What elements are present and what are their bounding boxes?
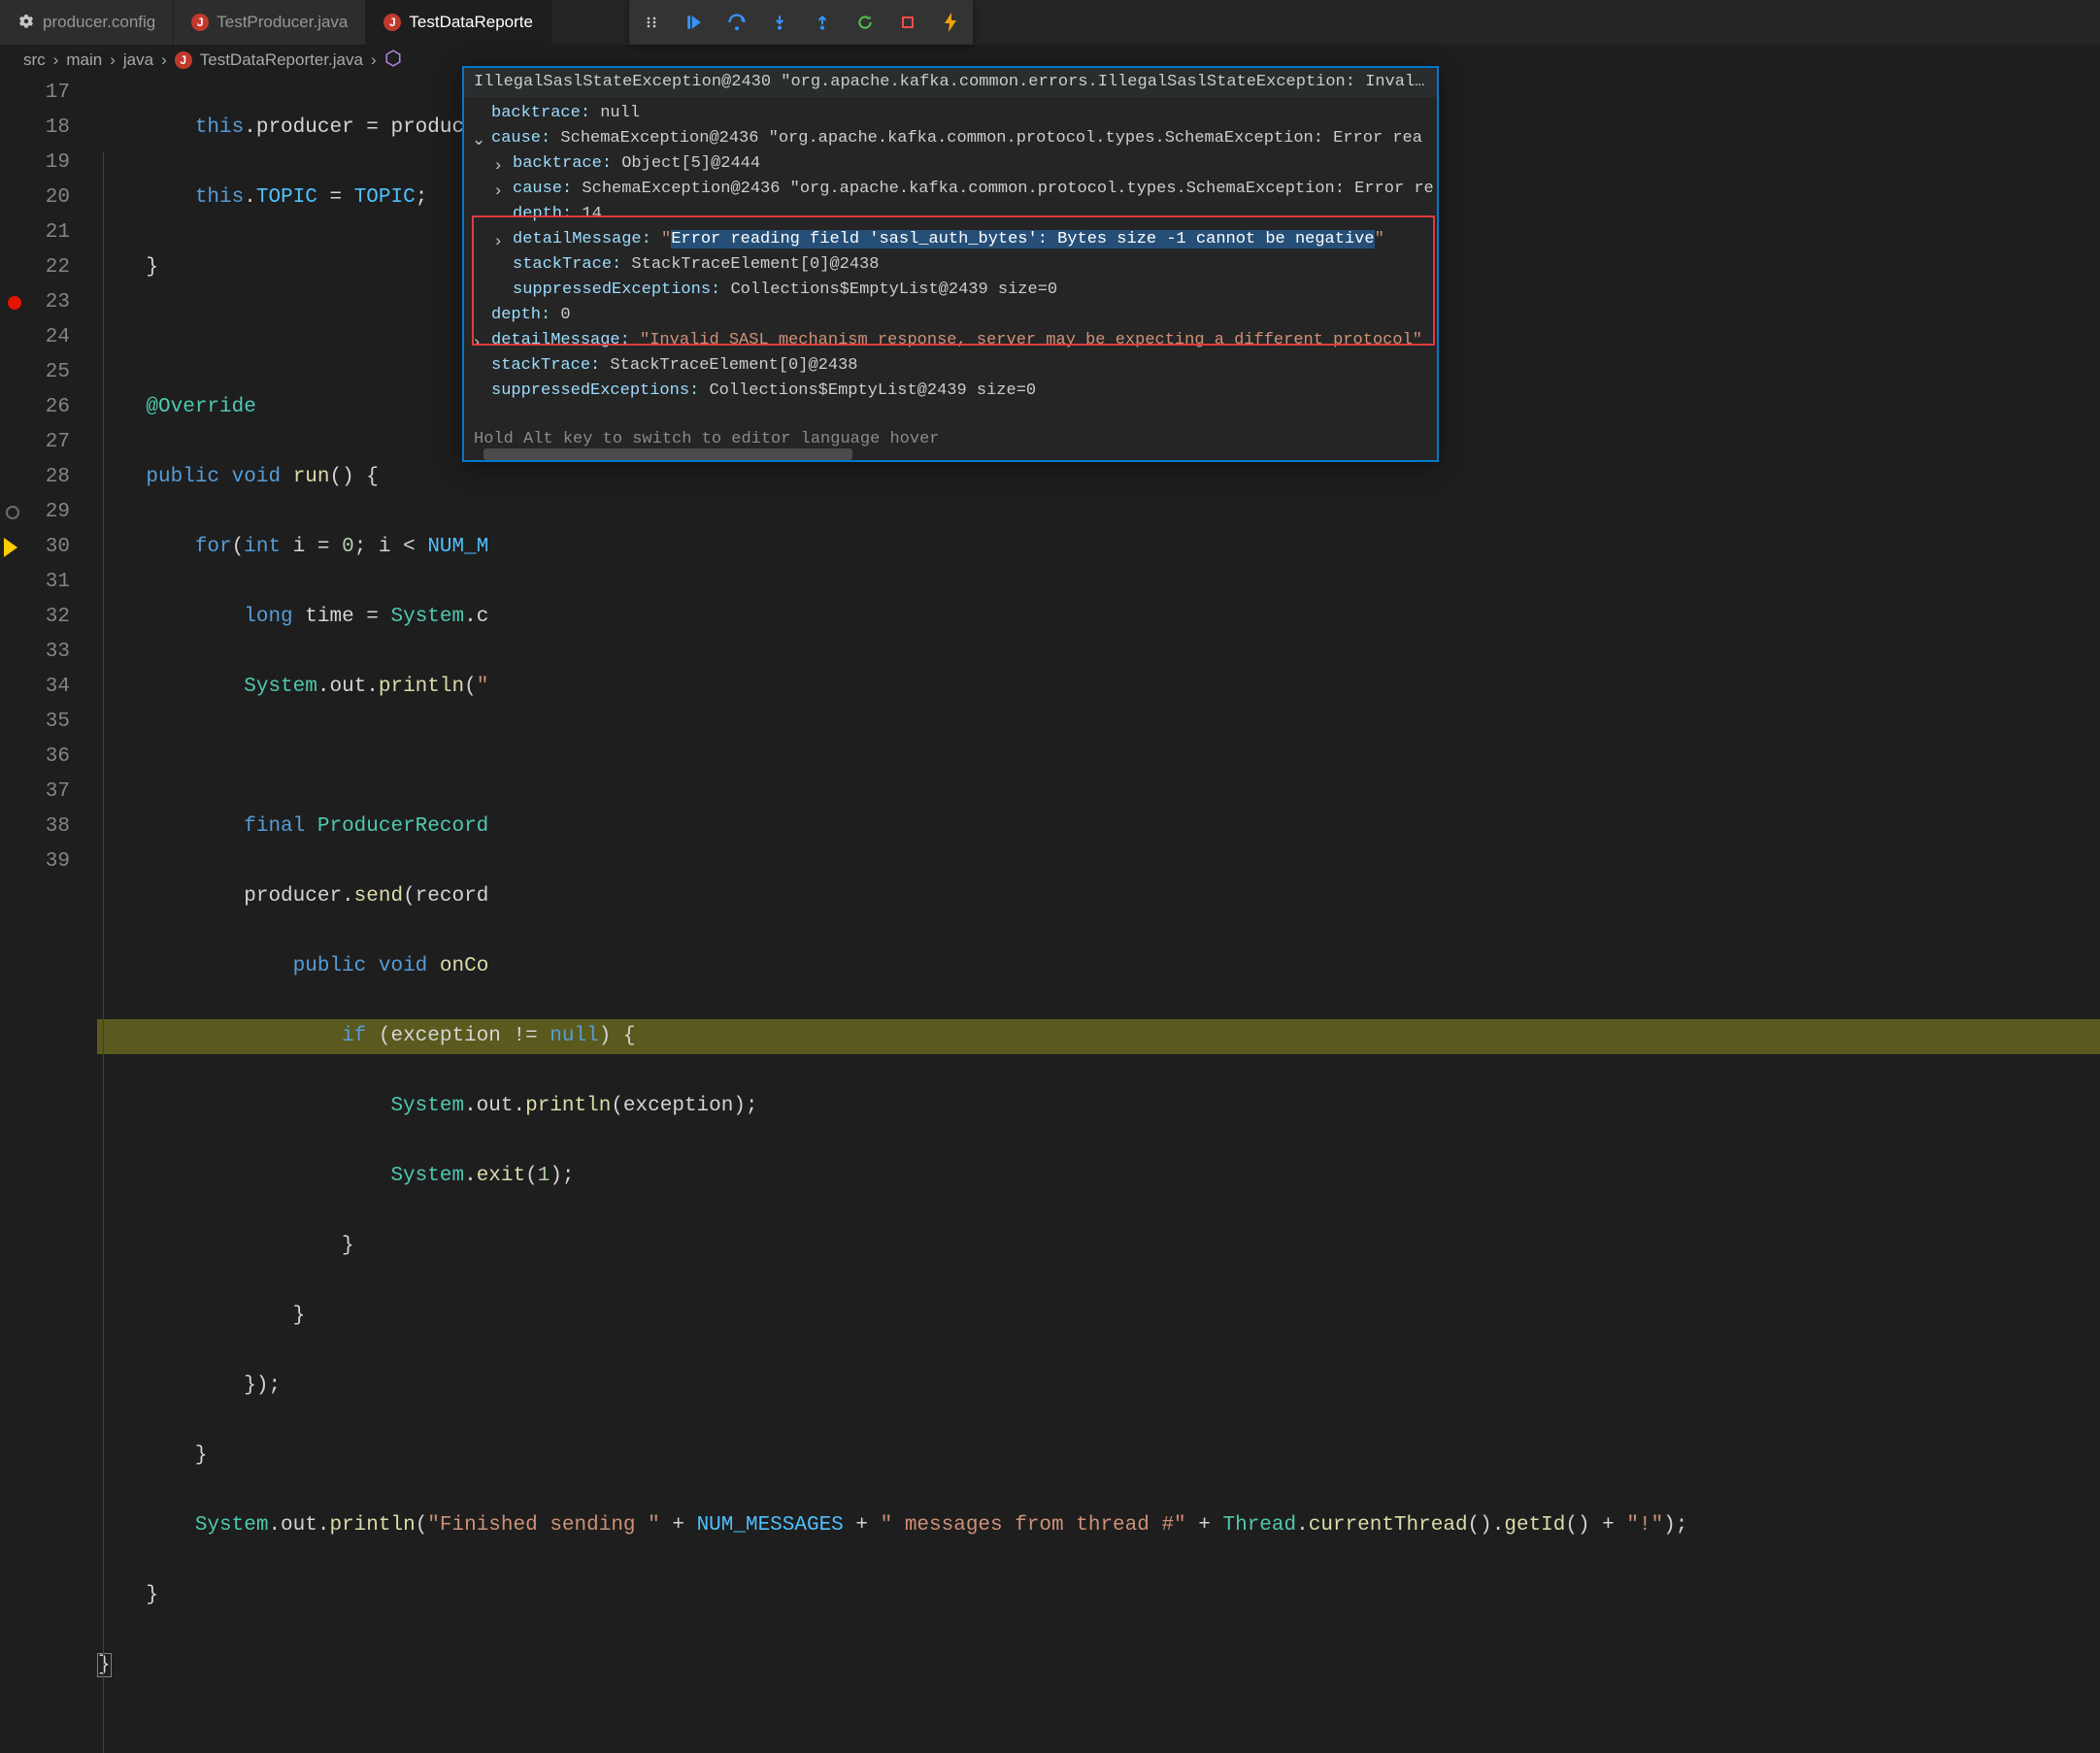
hover-row[interactable]: depth: 0 (464, 303, 1437, 328)
breadcrumb-seg[interactable]: java (123, 50, 153, 70)
gutter-decoration-icon (6, 506, 19, 519)
line-number: 25 (0, 355, 70, 390)
hover-title: IllegalSaslStateException@2430 "org.apac… (464, 68, 1437, 97)
hover-row[interactable]: ›cause: SchemaException@2436 "org.apache… (464, 177, 1437, 202)
hover-body: backtrace: null ⌄cause: SchemaException@… (464, 97, 1437, 421)
chevron-right-icon: › (53, 50, 59, 70)
line-number: 20 (0, 181, 70, 215)
breadcrumb-seg[interactable]: src (23, 50, 46, 70)
tab-label: TestDataReporte (409, 13, 533, 32)
line-number: 22 (0, 250, 70, 285)
breakpoint-icon[interactable] (8, 296, 21, 310)
java-icon: J (175, 51, 192, 69)
chevron-right-icon: › (371, 50, 377, 70)
line-number: 38 (0, 810, 70, 844)
gear-icon (17, 14, 35, 31)
line-number: 18 (0, 111, 70, 146)
line-number: 33 (0, 635, 70, 670)
hover-row[interactable]: ⌄cause: SchemaException@2436 "org.apache… (464, 126, 1437, 151)
line-number: 24 (0, 320, 70, 355)
editor-tabs: producer.config J TestProducer.java J Te… (0, 0, 2100, 45)
line-number: 36 (0, 740, 70, 775)
line-number: 35 (0, 705, 70, 740)
line-number: 30 (0, 530, 70, 565)
hover-row[interactable]: ›detailMessage: "Invalid SASL mechanism … (464, 328, 1437, 353)
selected-text: Error reading field 'sasl_auth_bytes': B… (671, 230, 1374, 248)
line-number: 23 (0, 285, 70, 320)
line-gutter: 17 18 19 20 21 22 23 24 25 26 27 28 29 3… (0, 76, 97, 1753)
continue-button[interactable] (682, 10, 707, 35)
line-number: 19 (0, 146, 70, 181)
hover-row[interactable]: backtrace: null (464, 101, 1437, 126)
line-number: 29 (0, 495, 70, 530)
hover-row[interactable]: ›detailMessage: "Error reading field 'sa… (464, 227, 1437, 252)
line-number: 39 (0, 844, 70, 879)
hover-row[interactable]: ›backtrace: Object[5]@2444 (464, 151, 1437, 177)
hot-reload-button[interactable] (938, 10, 963, 35)
breadcrumb-seg[interactable]: main (66, 50, 102, 70)
hover-row[interactable]: suppressedExceptions: Collections$EmptyL… (464, 379, 1437, 404)
line-number: 17 (0, 76, 70, 111)
tab-label: producer.config (43, 13, 155, 32)
chevron-right-icon: › (110, 50, 116, 70)
drag-handle-icon[interactable] (639, 10, 664, 35)
line-number: 37 (0, 775, 70, 810)
tab-testproducer[interactable]: J TestProducer.java (174, 0, 366, 45)
java-icon: J (191, 14, 209, 31)
step-over-button[interactable] (724, 10, 750, 35)
line-number: 28 (0, 460, 70, 495)
hover-row[interactable]: suppressedExceptions: Collections$EmptyL… (464, 278, 1437, 303)
line-number: 27 (0, 425, 70, 460)
tab-producer-config[interactable]: producer.config (0, 0, 174, 45)
line-number: 26 (0, 390, 70, 425)
method-icon (384, 50, 402, 72)
line-number: 31 (0, 565, 70, 600)
debug-toolbar (629, 0, 973, 45)
stop-button[interactable] (895, 10, 920, 35)
tab-testdatareporter[interactable]: J TestDataReporte (366, 0, 551, 45)
execution-pointer-icon (4, 538, 17, 557)
debug-hover-tooltip[interactable]: IllegalSaslStateException@2430 "org.apac… (462, 66, 1439, 462)
indent-guide (103, 151, 104, 1753)
step-into-button[interactable] (767, 10, 792, 35)
java-icon: J (383, 14, 401, 31)
step-out-button[interactable] (810, 10, 835, 35)
hover-row[interactable]: stackTrace: StackTraceElement[0]@2438 (464, 353, 1437, 379)
line-number: 32 (0, 600, 70, 635)
line-number: 34 (0, 670, 70, 705)
line-number: 21 (0, 215, 70, 250)
chevron-right-icon: › (161, 50, 167, 70)
hover-row[interactable]: stackTrace: StackTraceElement[0]@2438 (464, 252, 1437, 278)
restart-button[interactable] (852, 10, 878, 35)
hover-row[interactable]: depth: 14 (464, 202, 1437, 227)
breadcrumb-file[interactable]: TestDataReporter.java (200, 50, 363, 70)
tab-label: TestProducer.java (217, 13, 348, 32)
